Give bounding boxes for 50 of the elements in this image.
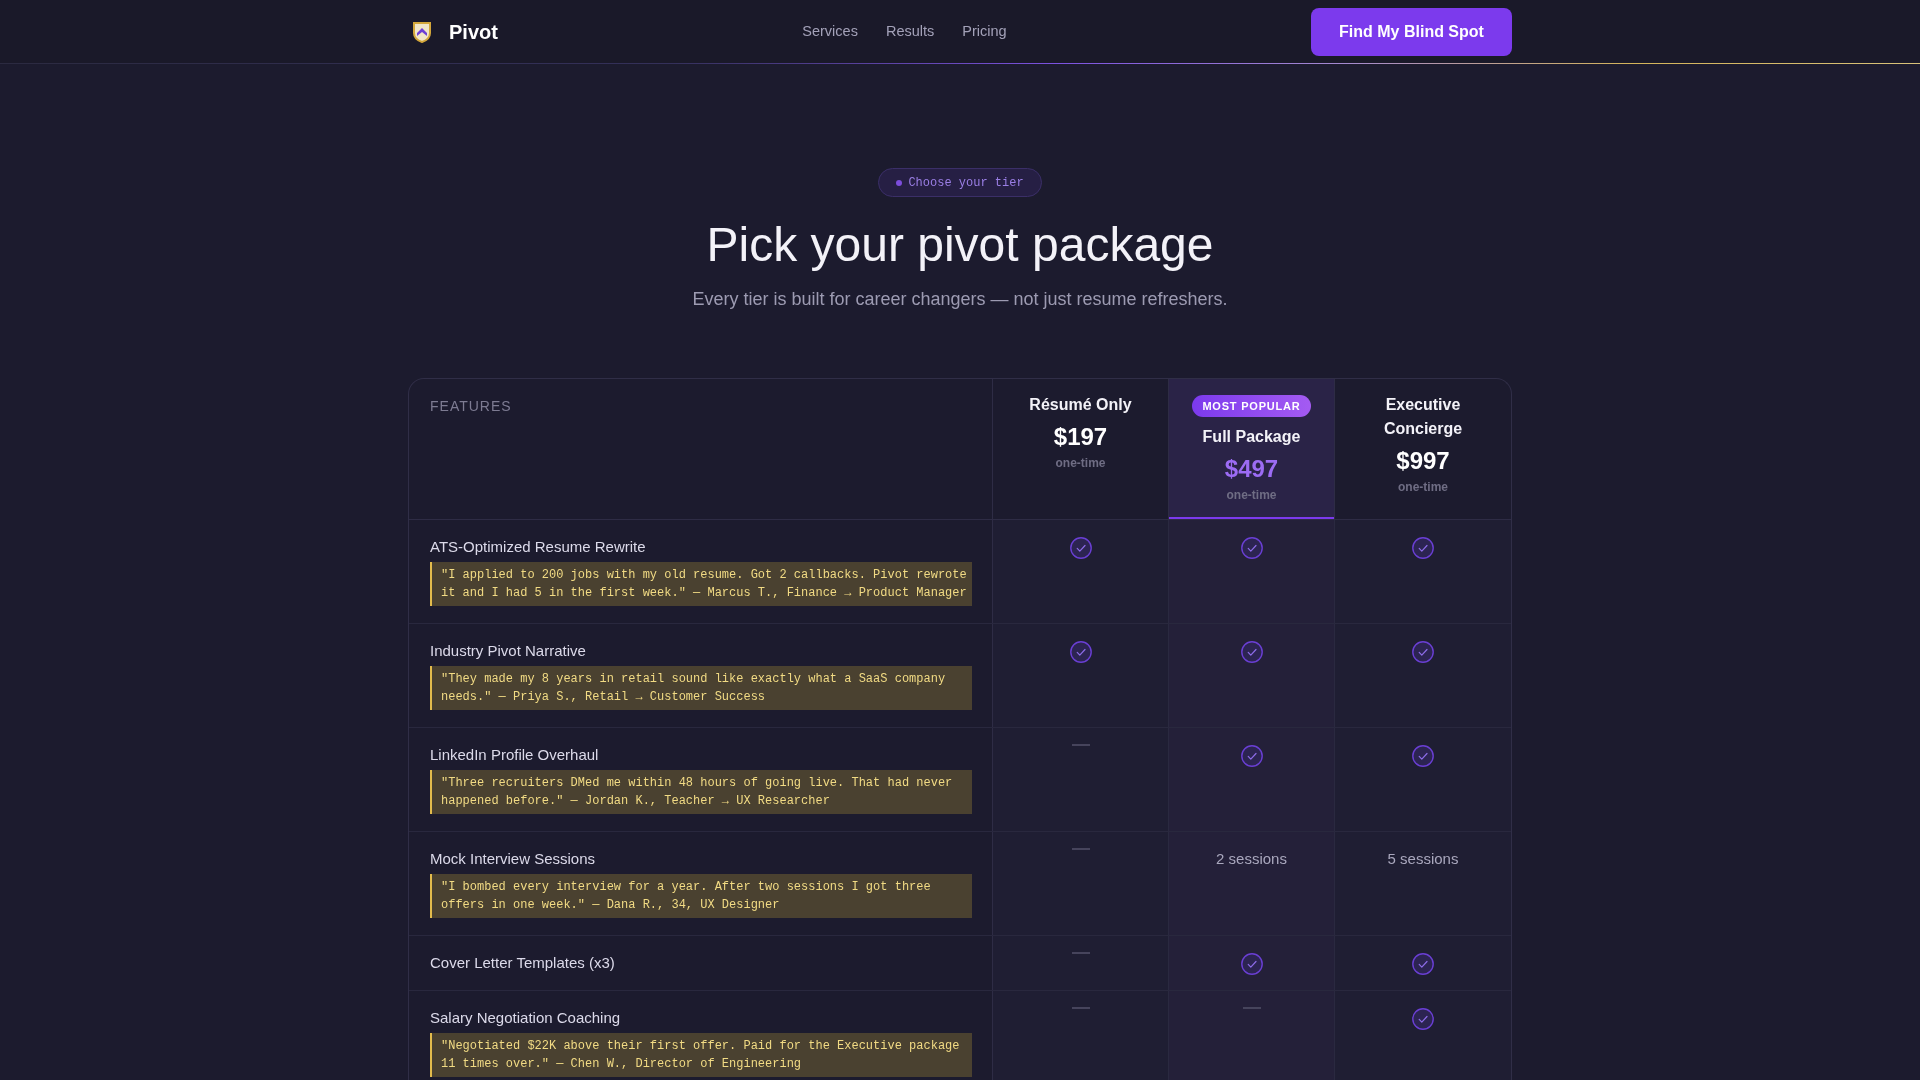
billing-period: one-time: [1225, 487, 1278, 504]
feature-name: Salary Negotiation Coaching: [430, 1008, 622, 1028]
page-title: Pick your pivot package: [705, 217, 1215, 273]
nav-link[interactable]: Pricing: [962, 20, 1007, 43]
check-icon: [1069, 537, 1092, 559]
check-icon: [1240, 953, 1263, 975]
testimonial-quote: "They made my 8 years in retail sound like exactly what a SaaS company needs." — Priya S., Retail → Customer Success: [430, 666, 972, 710]
check-icon: [1240, 537, 1263, 559]
billing-period: one-time: [1054, 455, 1107, 472]
billing-period: one-time: [1397, 479, 1449, 496]
testimonial-quote: "Negotiated $22K above their first offer. Paid for the Executive package 11 times over." — Chen W., Director of Engineering: [430, 1033, 972, 1077]
column-heading: FEATURES: [430, 397, 513, 416]
page-subtitle: Every tier is built for career changers — not just resume refreshers.: [691, 288, 1229, 311]
tier-name: Executive Concierge: [1382, 395, 1464, 439]
feature-value: 5 sessions: [1386, 849, 1460, 869]
check-icon: [1412, 1008, 1434, 1030]
nav-link[interactable]: Results: [885, 20, 935, 43]
shield-logo-icon: [411, 20, 433, 43]
brand-name[interactable]: Pivot: [449, 16, 498, 47]
tier-price: $997: [1395, 446, 1451, 476]
check-icon: [1412, 745, 1434, 767]
dash-icon: [1242, 1007, 1261, 1009]
nav-link[interactable]: Services: [802, 20, 858, 43]
check-icon: [1240, 641, 1263, 663]
tier-name: Full Package: [1201, 427, 1302, 447]
feature-name: Cover Letter Templates (x3): [430, 953, 616, 973]
feature-name: Mock Interview Sessions: [430, 849, 597, 869]
feature-name: Industry Pivot Narrative: [430, 641, 587, 661]
check-icon: [1412, 953, 1434, 975]
cta-button[interactable]: Find My Blind Spot: [1311, 7, 1512, 56]
dash-icon: [1071, 952, 1090, 954]
tier-name: Résumé Only: [1028, 395, 1133, 415]
eyebrow-text: Choose your tier: [908, 174, 1024, 192]
popular-badge: MOST POPULAR: [1192, 395, 1311, 417]
testimonial-quote: "Three recruiters DMed me within 48 hours of going live. That had never happened before." — Jordan K., Teacher → UX Researcher: [430, 770, 972, 814]
tier-price: $197: [1052, 422, 1109, 452]
feature-name: ATS-Optimized Resume Rewrite: [430, 537, 647, 557]
dash-icon: [1071, 744, 1090, 746]
dash-icon: [1071, 848, 1090, 850]
feature-name: LinkedIn Profile Overhaul: [430, 745, 600, 765]
dot-icon: [896, 179, 903, 186]
dash-icon: [1071, 1007, 1090, 1009]
tier-price: $497: [1223, 454, 1280, 484]
feature-value: 2 sessions: [1215, 849, 1288, 869]
check-icon: [1412, 537, 1434, 559]
testimonial-quote: "I bombed every interview for a year. After two sessions I got three offers in one week." — Dana R., 34, UX Designer: [430, 874, 972, 918]
check-icon: [1069, 641, 1092, 663]
check-icon: [1240, 745, 1263, 767]
check-icon: [1412, 641, 1434, 663]
testimonial-quote: "I applied to 200 jobs with my old resume. Got 2 callbacks. Pivot rewrote it and I had 5 in the first week." — Marcus T., Finance → Product Manager: [430, 562, 972, 606]
